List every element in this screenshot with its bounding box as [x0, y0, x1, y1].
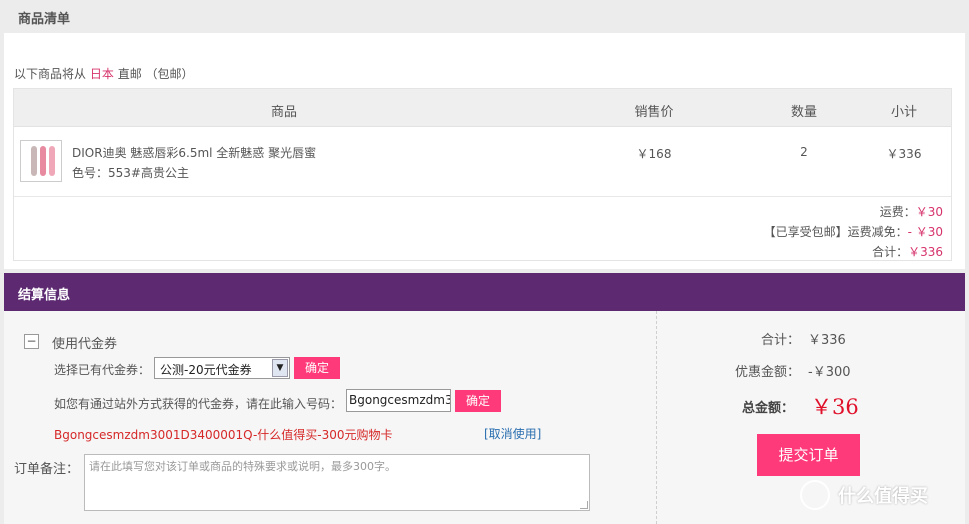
ship-prefix: 以下商品将从	[14, 67, 87, 81]
watermark-text: 什么值得买	[838, 486, 928, 507]
table-row: DIOR迪奥 魅惑唇彩6.5ml 全新魅惑 聚光唇蜜 色号：553#高贵公主 ￥…	[14, 127, 951, 197]
coupon-code-input[interactable]: Bgongcesmzdm3	[346, 389, 451, 412]
summary-total-value: ￥336	[808, 333, 846, 348]
product-list-panel: 以下商品将从 日本 直邮 （包邮） 商品 销售价 数量 小计 DIOR迪奥 魅惑…	[4, 33, 965, 269]
product-qty: 2	[800, 145, 808, 159]
dashed-divider	[656, 311, 657, 524]
coupon-select-value: 公测-20元代金券	[160, 363, 252, 377]
settlement-header: 结算信息	[4, 273, 965, 311]
product-list-header: 商品清单	[4, 0, 965, 33]
lipgloss-tube-image	[31, 146, 37, 176]
product-price: ￥168	[636, 147, 672, 161]
shipping-fee: 运费：￥30	[880, 203, 943, 220]
lipgloss-tube-image	[40, 146, 46, 176]
chevron-down-icon[interactable]: ▼	[272, 359, 288, 377]
shipping-fee-label: 运费：	[879, 205, 916, 219]
ship-country: 日本	[89, 67, 114, 81]
ship-suffix: 直邮	[117, 67, 142, 81]
lipgloss-tube-image	[49, 146, 55, 176]
select-coupon-label: 选择已有代金券：	[54, 363, 151, 377]
product-name[interactable]: DIOR迪奥 魅惑唇彩6.5ml 全新魅惑 聚光唇蜜	[72, 144, 316, 161]
applied-coupon-text: Bgongcesmzdm3001D3400001Q-什么值得买-300元购物卡	[54, 428, 393, 442]
product-table: 商品 销售价 数量 小计 DIOR迪奥 魅惑唇彩6.5ml 全新魅惑 聚光唇蜜 …	[13, 88, 952, 261]
summary-discount-value: -￥300	[808, 365, 851, 380]
shipping-fee-value: ￥30	[915, 205, 943, 219]
submit-order-button[interactable]: 提交订单	[757, 434, 860, 476]
product-thumbnail[interactable]	[20, 140, 62, 182]
coupon-code-label: 如您有通过站外方式获得的代金券，请在此输入号码：	[54, 397, 343, 411]
free-shipping-note: （包邮）	[145, 67, 194, 81]
shipping-discount: 【已享受包邮】运费减免：- ￥30	[764, 223, 943, 240]
summary-total-label: 合计：	[760, 333, 800, 348]
confirm-code-button[interactable]: 确定	[455, 390, 501, 412]
shipping-discount-label: 【已享受包邮】运费减免：	[763, 225, 908, 239]
coupon-select[interactable]: 公测-20元代金券 ▼	[154, 357, 290, 379]
table-header: 商品 销售价 数量 小计	[14, 89, 951, 127]
header-subtotal: 小计	[890, 105, 917, 120]
product-subtotal: ￥336	[886, 147, 922, 161]
header-price: 销售价	[634, 105, 674, 120]
confirm-coupon-button[interactable]: 确定	[294, 357, 340, 379]
shipping-discount-value: - ￥30	[907, 225, 943, 239]
collapse-toggle-button[interactable]: −	[24, 334, 39, 349]
resize-grip-icon[interactable]	[580, 501, 588, 509]
grand-total-label: 总金额：	[742, 401, 795, 416]
shipping-origin-note: 以下商品将从 日本 直邮 （包邮）	[14, 65, 194, 82]
watermark-logo-icon	[800, 480, 830, 510]
product-spec: 色号：553#高贵公主	[72, 166, 189, 180]
summary-discount-label: 优惠金额：	[734, 365, 800, 380]
list-total-value: ￥336	[908, 245, 943, 259]
order-remark-textarea[interactable]: 请在此填写您对该订单或商品的特殊要求或说明，最多300字。	[84, 454, 590, 511]
use-coupon-title: 使用代金券	[52, 337, 118, 352]
list-total: 合计：￥336	[872, 243, 943, 260]
list-total-label: 合计：	[872, 245, 909, 259]
header-product: 商品	[270, 105, 297, 120]
cancel-coupon-link[interactable]: [取消使用]	[484, 425, 541, 442]
settlement-title: 结算信息	[18, 288, 71, 303]
product-list-title: 商品清单	[18, 12, 71, 27]
header-qty: 数量	[790, 105, 817, 120]
order-remark-label: 订单备注：	[14, 462, 80, 477]
grand-total-value: ￥36	[811, 395, 859, 419]
